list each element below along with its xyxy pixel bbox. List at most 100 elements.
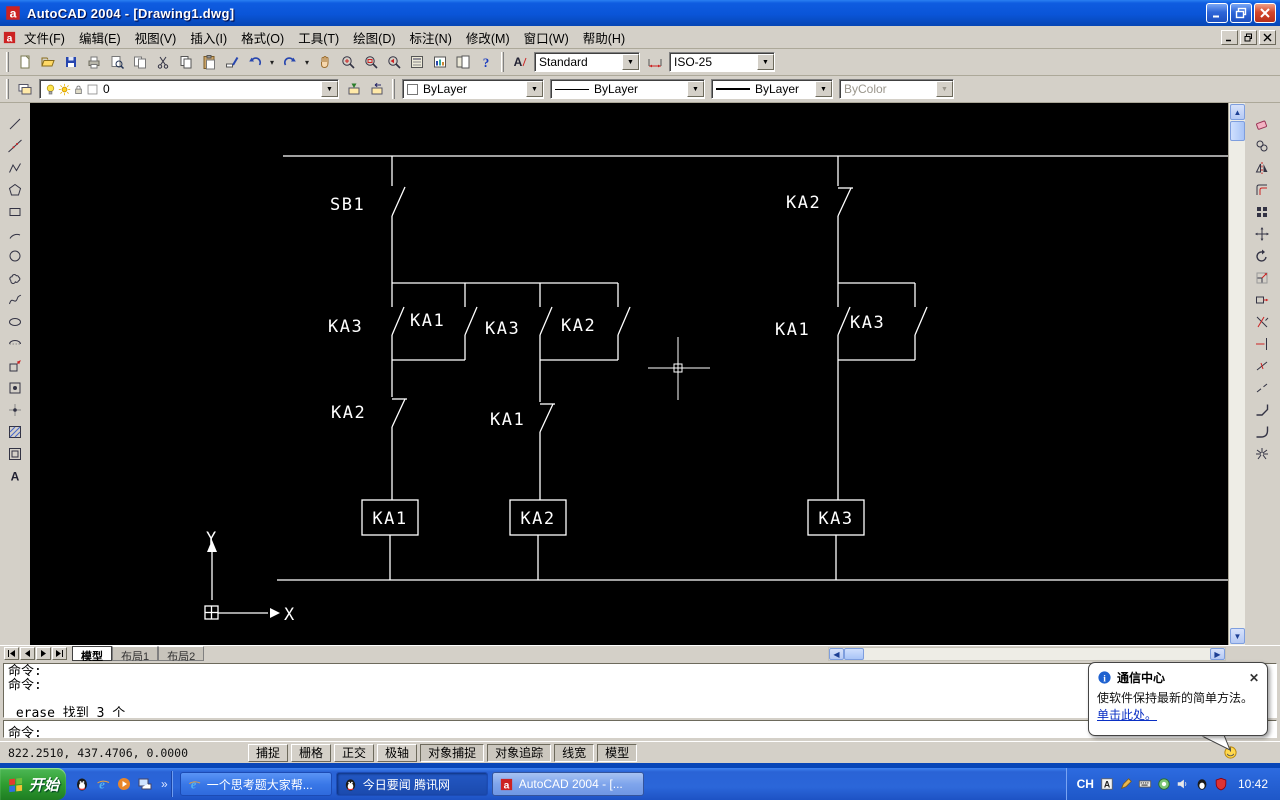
construction-line-button[interactable] bbox=[3, 135, 27, 157]
menu-item-8[interactable]: 修改(M) bbox=[459, 25, 517, 50]
pan-realtime-button[interactable] bbox=[313, 51, 336, 74]
design-center-button[interactable] bbox=[428, 51, 451, 74]
doc-minimize-button[interactable] bbox=[1221, 30, 1238, 45]
color-combo[interactable]: ByLayer ▼ bbox=[402, 79, 544, 99]
mirror-button[interactable] bbox=[1250, 157, 1274, 179]
drawing-canvas[interactable]: SB1KA3KA1KA3KA2KA2KA1KA2KA1KA3KA1KA2KA3Y… bbox=[30, 103, 1228, 645]
zoom-previous-button[interactable] bbox=[382, 51, 405, 74]
region-button[interactable] bbox=[3, 443, 27, 465]
rectangle-button[interactable] bbox=[3, 201, 27, 223]
undo-flyout-button[interactable]: ▾ bbox=[266, 51, 278, 74]
array-button[interactable] bbox=[1250, 201, 1274, 223]
break-button[interactable] bbox=[1250, 377, 1274, 399]
tool-palettes-button[interactable] bbox=[451, 51, 474, 74]
tab-模型[interactable]: 模型 bbox=[72, 646, 112, 661]
close-button[interactable] bbox=[1254, 3, 1276, 23]
scroll-left-button[interactable]: ◀ bbox=[829, 648, 844, 660]
toggle-对象追踪[interactable]: 对象追踪 bbox=[487, 744, 551, 762]
spline-button[interactable] bbox=[3, 289, 27, 311]
quick-launch-show-desktop[interactable] bbox=[137, 776, 153, 792]
rotate-button[interactable] bbox=[1250, 245, 1274, 267]
hatch-button[interactable] bbox=[3, 421, 27, 443]
toggle-捕捉[interactable]: 捕捉 bbox=[248, 744, 288, 762]
tab-scroll-first-button[interactable] bbox=[4, 647, 19, 660]
dim-style-button[interactable] bbox=[643, 51, 666, 74]
redo-flyout-button[interactable]: ▾ bbox=[301, 51, 313, 74]
copy-object-button[interactable] bbox=[1250, 135, 1274, 157]
line-button[interactable] bbox=[3, 113, 27, 135]
chevron-down-icon[interactable]: ▼ bbox=[622, 54, 639, 70]
toolbar-grip[interactable] bbox=[6, 79, 9, 99]
doc-close-button[interactable] bbox=[1259, 30, 1276, 45]
minimize-button[interactable] bbox=[1206, 3, 1228, 23]
layer-previous-button[interactable] bbox=[365, 78, 388, 101]
volume-icon[interactable] bbox=[1176, 777, 1190, 791]
horizontal-scrollbar[interactable]: ◀ ▶ bbox=[828, 647, 1226, 661]
menu-item-4[interactable]: 格式(O) bbox=[234, 25, 291, 50]
chevron-down-icon[interactable]: ▼ bbox=[815, 81, 832, 97]
menu-item-2[interactable]: 视图(V) bbox=[128, 25, 184, 50]
make-layer-current-button[interactable] bbox=[342, 78, 365, 101]
scroll-right-button[interactable]: ▶ bbox=[1210, 648, 1225, 660]
circle-button[interactable] bbox=[3, 245, 27, 267]
offset-button[interactable] bbox=[1250, 179, 1274, 201]
keyboard-icon[interactable] bbox=[1138, 777, 1152, 791]
menu-item-5[interactable]: 工具(T) bbox=[291, 25, 346, 50]
publish-button[interactable] bbox=[128, 51, 151, 74]
command-history[interactable]: 命令:命令: _erase 找到 3 个 bbox=[3, 663, 1277, 718]
menu-item-1[interactable]: 编辑(E) bbox=[72, 25, 128, 50]
msn-icon[interactable] bbox=[1157, 777, 1171, 791]
quick-launch-internet-explorer[interactable]: e bbox=[95, 776, 111, 792]
toggle-模型[interactable]: 模型 bbox=[597, 744, 637, 762]
vscroll-thumb[interactable] bbox=[1230, 121, 1245, 141]
chevron-down-icon[interactable]: ▼ bbox=[757, 54, 774, 70]
cut-button[interactable] bbox=[151, 51, 174, 74]
ellipse-arc-button[interactable] bbox=[3, 333, 27, 355]
new-file-button[interactable] bbox=[13, 51, 36, 74]
make-block-button[interactable] bbox=[3, 377, 27, 399]
dim-style-combo[interactable]: ISO-25 ▼ bbox=[669, 52, 775, 72]
layer-combo[interactable]: 0 ▼ bbox=[39, 79, 339, 99]
menu-item-7[interactable]: 标注(N) bbox=[403, 25, 459, 50]
start-button[interactable]: 开始 bbox=[0, 768, 66, 800]
ime-a-icon[interactable]: A bbox=[1100, 777, 1114, 791]
stretch-button[interactable] bbox=[1250, 289, 1274, 311]
clock[interactable]: 10:42 bbox=[1238, 777, 1268, 791]
toolbar-grip[interactable] bbox=[501, 52, 504, 72]
quick-launch-qq[interactable] bbox=[74, 776, 90, 792]
qq-tray-icon[interactable] bbox=[1195, 777, 1209, 791]
arc-button[interactable] bbox=[3, 223, 27, 245]
color-swatch-icon[interactable] bbox=[86, 83, 99, 96]
linetype-combo[interactable]: ByLayer ▼ bbox=[550, 79, 705, 99]
text-style-button[interactable]: A bbox=[508, 51, 531, 74]
zoom-window-button[interactable] bbox=[359, 51, 382, 74]
scroll-down-button[interactable]: ▼ bbox=[1230, 628, 1245, 644]
save-button[interactable] bbox=[59, 51, 82, 74]
doc-restore-button[interactable] bbox=[1240, 30, 1257, 45]
plot-preview-button[interactable] bbox=[105, 51, 128, 74]
layer-manager-button[interactable] bbox=[13, 78, 36, 101]
match-properties-button[interactable] bbox=[220, 51, 243, 74]
trim-button[interactable] bbox=[1250, 311, 1274, 333]
erase-button[interactable] bbox=[1250, 113, 1274, 135]
undo-button[interactable] bbox=[243, 51, 266, 74]
chevron-down-icon[interactable]: ▼ bbox=[687, 81, 704, 97]
restore-button[interactable] bbox=[1230, 3, 1252, 23]
polyline-button[interactable] bbox=[3, 157, 27, 179]
lineweight-combo[interactable]: ByLayer ▼ bbox=[711, 79, 833, 99]
toggle-栅格[interactable]: 栅格 bbox=[291, 744, 331, 762]
tab-布局2[interactable]: 布局2 bbox=[158, 646, 204, 661]
tab-scroll-next-button[interactable] bbox=[36, 647, 51, 660]
toolbar-grip[interactable] bbox=[6, 52, 9, 72]
tab-scroll-last-button[interactable] bbox=[52, 647, 67, 660]
plot-button[interactable] bbox=[82, 51, 105, 74]
quick-launch-overflow[interactable]: » bbox=[161, 777, 168, 791]
task-button-1[interactable]: 今日要闻 腾讯网 bbox=[336, 772, 488, 796]
open-file-button[interactable] bbox=[36, 51, 59, 74]
revision-cloud-button[interactable] bbox=[3, 267, 27, 289]
lock-icon[interactable] bbox=[72, 83, 85, 96]
command-input[interactable]: 命令: bbox=[3, 720, 1277, 738]
toggle-对象捕捉[interactable]: 对象捕捉 bbox=[420, 744, 484, 762]
vertical-scrollbar[interactable]: ▲ ▼ bbox=[1228, 103, 1245, 645]
hscroll-thumb[interactable] bbox=[844, 648, 864, 660]
